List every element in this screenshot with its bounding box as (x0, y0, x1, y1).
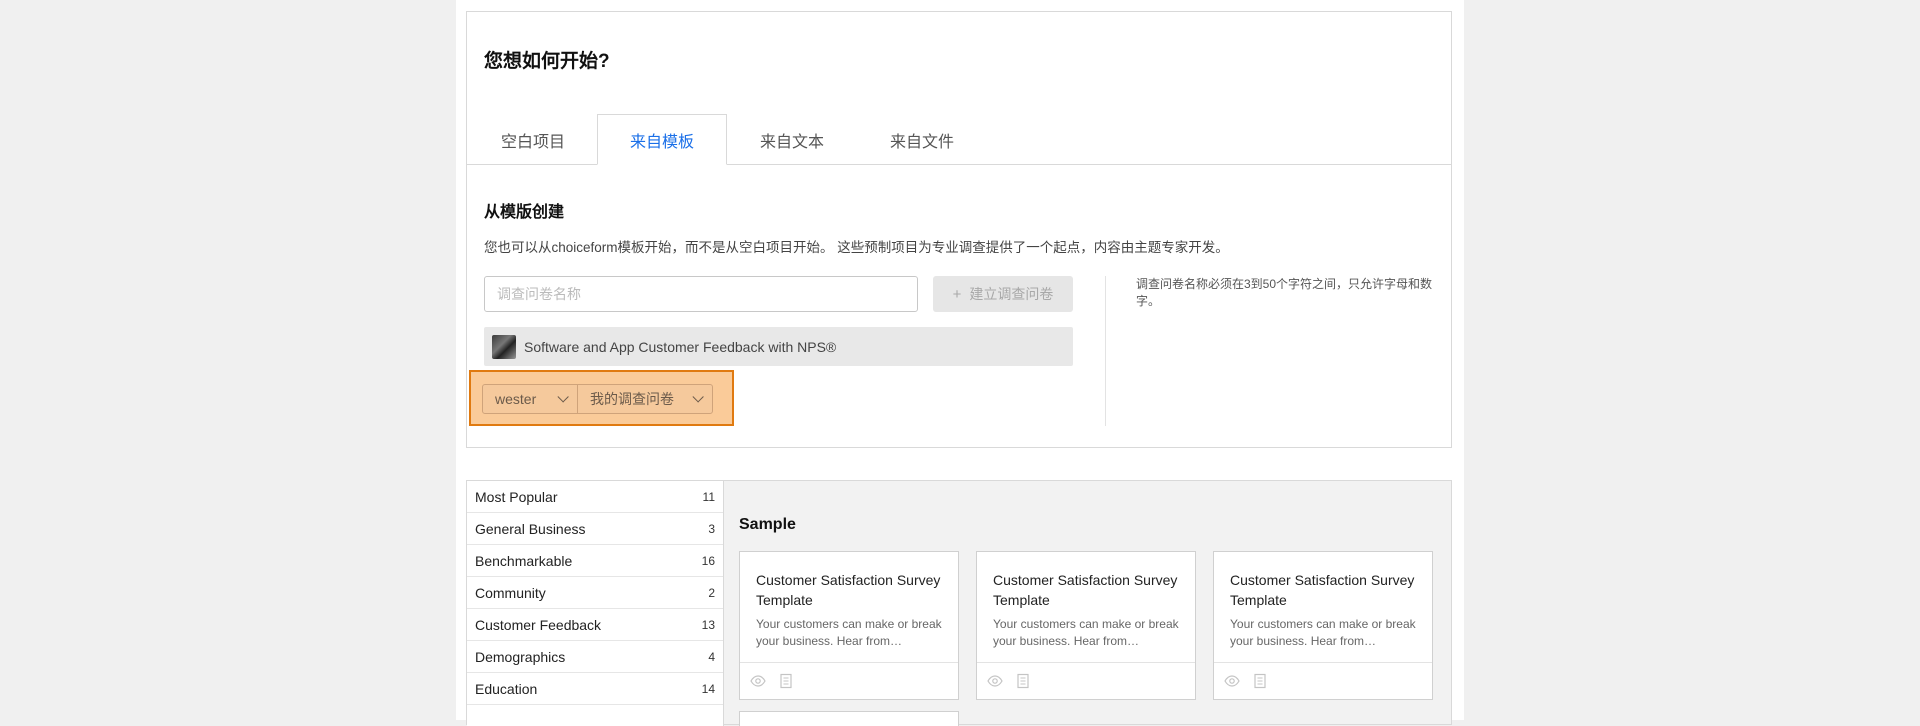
dropdown-highlight: wester 我的调查问卷 (469, 370, 734, 426)
eye-icon[interactable] (1224, 673, 1240, 689)
sample-title: Sample (739, 516, 796, 533)
folder-dropdown[interactable]: 我的调查问卷 (577, 384, 713, 414)
create-survey-label: 建立调查问卷 (969, 286, 1054, 302)
category-item[interactable]: General Business 3 (467, 513, 723, 545)
create-survey-button[interactable]: + 建立调查问卷 (933, 276, 1073, 312)
category-item[interactable]: Demographics 4 (467, 641, 723, 673)
card-description: Your customers can make or break your bu… (993, 617, 1179, 648)
category-label: Demographics (475, 648, 566, 665)
template-browser: Most Popular 11 General Business 3 Bench… (466, 480, 1452, 726)
panel-title: 您想如何开始? (484, 51, 610, 72)
eye-icon[interactable] (987, 673, 1003, 689)
card-description: Your customers can make or break your bu… (1230, 617, 1416, 648)
category-count: 4 (708, 649, 715, 664)
start-panel: 您想如何开始? 空白项目 来自模板 来自文本 来自文件 从模版创建 您也可以从c… (466, 11, 1452, 448)
card-actions (1214, 662, 1432, 699)
document-icon[interactable] (1015, 673, 1031, 689)
owner-dropdown[interactable]: wester (482, 384, 578, 414)
section-title: 从模版创建 (484, 204, 565, 221)
category-count: 13 (701, 617, 715, 632)
owner-dropdown-value: wester (495, 391, 537, 407)
card-title: Customer Satisfaction Survey Template (756, 572, 941, 608)
selected-template[interactable]: Software and App Customer Feedback with … (484, 327, 1073, 366)
eye-icon[interactable] (750, 673, 766, 689)
section-description: 您也可以从choiceform模板开始，而不是从空白项目开始。 这些预制项目为专… (484, 240, 1229, 255)
vertical-divider (1105, 276, 1106, 426)
category-count: 14 (701, 681, 715, 696)
category-item[interactable]: Education 14 (467, 673, 723, 705)
card-title: Customer Satisfaction Survey Template (993, 572, 1178, 608)
start-tabs: 空白项目 来自模板 来自文本 来自文件 (467, 103, 1451, 165)
category-item[interactable]: Most Popular 11 (467, 481, 723, 513)
card-actions (740, 662, 958, 699)
category-item[interactable]: Benchmarkable 16 (467, 545, 723, 577)
plus-icon: + (952, 285, 962, 303)
category-label: General Business (475, 520, 586, 537)
template-card[interactable]: Customer Satisfaction Survey Template Yo… (976, 551, 1196, 700)
category-label: Most Popular (475, 488, 558, 505)
tab-file[interactable]: 来自文件 (857, 115, 987, 165)
card-actions (977, 662, 1195, 699)
category-label: Community (475, 584, 546, 601)
category-item[interactable]: Community 2 (467, 577, 723, 609)
survey-name-input[interactable] (484, 276, 918, 312)
category-label: Education (475, 680, 538, 697)
tab-template[interactable]: 来自模板 (597, 114, 727, 165)
document-icon[interactable] (1252, 673, 1268, 689)
category-count: 16 (701, 553, 715, 568)
category-count: 3 (708, 521, 715, 536)
tab-text[interactable]: 来自文本 (727, 115, 857, 165)
card-description: Your customers can make or break your bu… (756, 617, 942, 648)
template-card[interactable]: Customer Satisfaction Survey Template Yo… (739, 551, 959, 700)
chevron-down-icon (557, 391, 569, 403)
category-count: 2 (708, 585, 715, 600)
template-card[interactable]: Customer Satisfaction Survey Template Yo… (1213, 551, 1433, 700)
document-icon[interactable] (778, 673, 794, 689)
category-count: 11 (702, 489, 715, 504)
category-item[interactable]: Customer Feedback 13 (467, 609, 723, 641)
folder-dropdown-value: 我的调查问卷 (590, 391, 674, 407)
tab-blank[interactable]: 空白项目 (468, 115, 598, 165)
template-card-partial (739, 711, 959, 726)
chevron-down-icon (692, 391, 704, 403)
selected-template-name: Software and App Customer Feedback with … (524, 338, 837, 355)
category-label: Benchmarkable (475, 552, 573, 569)
name-hint: 调查问卷名称必须在3到50个字符之间，只允许字母和数字。 (1136, 277, 1433, 308)
category-label: Customer Feedback (475, 616, 602, 633)
card-title: Customer Satisfaction Survey Template (1230, 572, 1415, 608)
category-list: Most Popular 11 General Business 3 Bench… (467, 481, 724, 726)
template-thumbnail (492, 334, 516, 359)
